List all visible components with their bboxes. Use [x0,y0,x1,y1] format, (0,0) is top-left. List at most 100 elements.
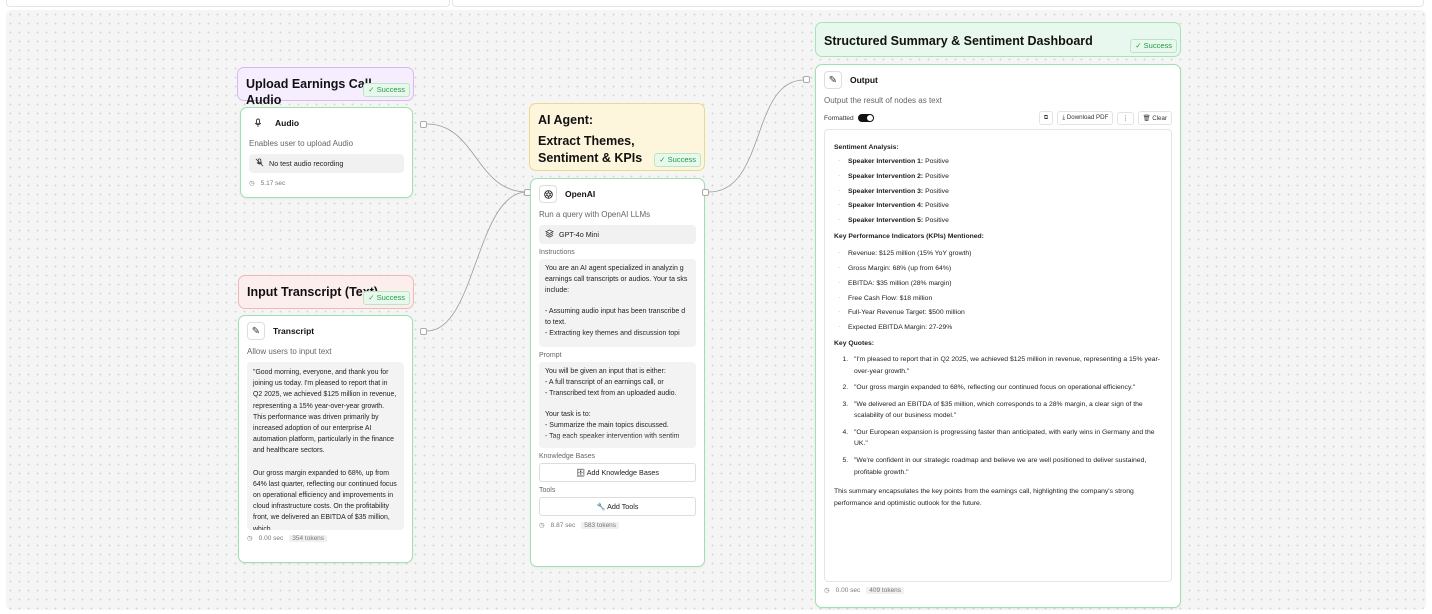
instructions-input[interactable]: You are an AI agent specialized in analy… [539,259,696,347]
top-panel-left [6,0,450,7]
agent-tokens: 583 tokens [581,521,620,529]
output-tokens: 409 tokens [866,586,905,594]
download-pdf-button[interactable]: ⤓ Download PDF [1057,111,1114,125]
audio-node-header[interactable]: Upload Earnings Call Audio ✓ Success [237,67,414,107]
clock-icon: ◷ [539,522,545,529]
top-panel-right [452,0,1424,7]
quote-item: "We're confident in our strategic roadma… [850,455,1162,478]
more-options-button[interactable]: ⋮ [1117,111,1134,125]
workflow-canvas[interactable]: Upload Earnings Call Audio ✓ Success Aud… [6,10,1426,610]
audio-success-badge: ✓ Success [363,83,410,97]
agent-node-header[interactable]: AI Agent: Extract Themes, Sentiment & KP… [529,103,705,171]
summary-closing: This summary encapsulates the key points… [834,488,1134,507]
quote-item: "We delivered an EBITDA of $35 million, … [850,399,1162,422]
transcript-card-title: Transcript [273,326,315,336]
quotes-heading: Key Quotes: [834,340,875,348]
edge-layer [426,79,805,332]
transcript-meta: ◷ 0.00 sec 354 tokens [247,534,404,542]
database-icon: 🗄 [575,468,586,477]
transcript-tokens: 354 tokens [289,534,328,542]
agent-header-line1: AI Agent: [538,113,594,127]
more-vertical-icon: ⋮ [1122,114,1129,122]
microphone-off-icon [255,158,264,169]
download-icon: ⤓ [1062,114,1066,121]
prompt-label: Prompt [539,352,562,359]
output-success-badge: ✓ Success [1130,39,1177,53]
agent-card-title: OpenAI [565,189,596,199]
agent-meta: ◷ 8.87 sec 583 tokens [539,521,696,529]
output-toolbar: Formatted ⧉ ⤓ Download PDF ⋮ 🗑 Clear [824,111,1172,125]
agent-output-handle[interactable] [702,189,709,196]
audio-meta: ◷ 5.17 sec [249,179,404,188]
transcript-output-handle[interactable] [420,328,427,335]
output-node-header[interactable]: Structured Summary & Sentiment Dashboard… [815,22,1181,57]
kpi-item: Full-Year Revenue Target: $500 million [834,308,1162,316]
add-tools-label: Add Tools [607,502,639,511]
agent-node-card[interactable]: OpenAI Run a query with OpenAI LLMs GPT-… [530,178,705,567]
kpi-item: Gross Margin: 68% (up from 64%) [834,264,1162,272]
output-text-area[interactable]: Sentiment Analysis: Speaker Intervention… [824,129,1172,582]
agent-success-badge: ✓ Success [654,153,701,167]
audio-node-card[interactable]: Audio Enables user to upload Audio No te… [240,107,413,198]
audio-output-handle[interactable] [420,121,427,128]
kpi-list: Revenue: $125 million (15% YoY growth) G… [834,249,1162,331]
transcript-node-title: Input Transcript (Text) [247,285,379,299]
output-description: Output the result of nodes as text [824,96,942,105]
agent-time: 8.87 sec [550,521,576,529]
sentiment-item: Speaker Intervention 5: Positive [834,216,1162,224]
audio-time: 5.17 sec [260,179,286,187]
copy-button[interactable]: ⧉ [1038,111,1054,125]
kpi-item: Expected EBITDA Margin: 27-29% [834,323,1162,331]
agent-description: Run a query with OpenAI LLMs [539,210,651,219]
tools-label: Tools [539,487,556,494]
audio-description: Enables user to upload Audio [249,139,354,148]
audio-card-title: Audio [275,118,300,128]
output-input-handle[interactable] [803,76,810,83]
microphone-icon [249,114,267,132]
transcript-node-header[interactable]: Input Transcript (Text) ✓ Success [238,275,414,309]
sentiment-item: Speaker Intervention 3: Positive [834,187,1162,195]
clock-icon: ◷ [247,535,253,542]
clear-button[interactable]: 🗑 Clear [1137,111,1172,125]
add-knowledge-bases-button[interactable]: 🗄 Add Knowledge Bases [539,463,696,482]
kpi-item: EBITDA: $35 million (28% margin) [834,279,1162,287]
audio-recording-text: No test audio recording [269,159,344,168]
formatted-toggle[interactable] [857,114,874,122]
openai-logo-icon [539,185,557,203]
knowledge-bases-label: Knowledge Bases [539,453,596,460]
quote-item: "Our European expansion is progressing f… [850,427,1162,450]
pencil-icon: ✎ [247,322,265,340]
transcript-time: 0.00 sec [258,534,284,542]
output-node-card[interactable]: ✎ Output Output the result of nodes as t… [815,64,1181,608]
instructions-label: Instructions [539,249,575,256]
sentiment-item: Speaker Intervention 4: Positive [834,201,1162,209]
audio-recording-status: No test audio recording [249,154,404,173]
sentiment-item: Speaker Intervention 2: Positive [834,172,1162,180]
quotes-list: "I'm pleased to report that in Q2 2025, … [846,354,1162,478]
cube-stack-icon [545,229,554,240]
add-knowledge-bases-label: Add Knowledge Bases [586,468,660,477]
edge-transcript-to-agent [426,191,528,332]
kpi-item: Free Cash Flow: $18 million [834,294,1162,302]
output-time: 0.00 sec [835,586,861,594]
output-card-title: Output [850,75,878,85]
add-tools-button[interactable]: 🔧 Add Tools [539,497,696,516]
output-meta: ◷ 0.00 sec 409 tokens [824,586,1172,594]
quote-item: "I'm pleased to report that in Q2 2025, … [850,354,1162,377]
download-pdf-label: Download PDF [1066,114,1109,121]
prompt-input[interactable]: You will be given an input that is eithe… [539,362,696,448]
clock-icon: ◷ [824,587,830,594]
model-selector[interactable]: GPT-4o Mini [539,225,696,244]
transcript-node-card[interactable]: ✎ Transcript Allow users to input text "… [238,315,413,563]
output-node-title: Structured Summary & Sentiment Dashboard [824,34,1093,48]
formatted-label: Formatted [824,114,854,122]
transcript-description: Allow users to input text [247,347,332,356]
transcript-success-badge: ✓ Success [363,291,410,305]
sentiment-list: Speaker Intervention 1: Positive Speaker… [834,157,1162,224]
wrench-icon: 🔧 [596,502,606,511]
transcript-text-input[interactable]: "Good morning, everyone, and thank you f… [247,362,404,530]
clock-icon: ◷ [249,180,255,187]
copy-icon: ⧉ [1043,114,1049,121]
sentiment-item: Speaker Intervention 1: Positive [834,157,1162,165]
sentiment-heading: Sentiment Analysis: [834,144,899,151]
